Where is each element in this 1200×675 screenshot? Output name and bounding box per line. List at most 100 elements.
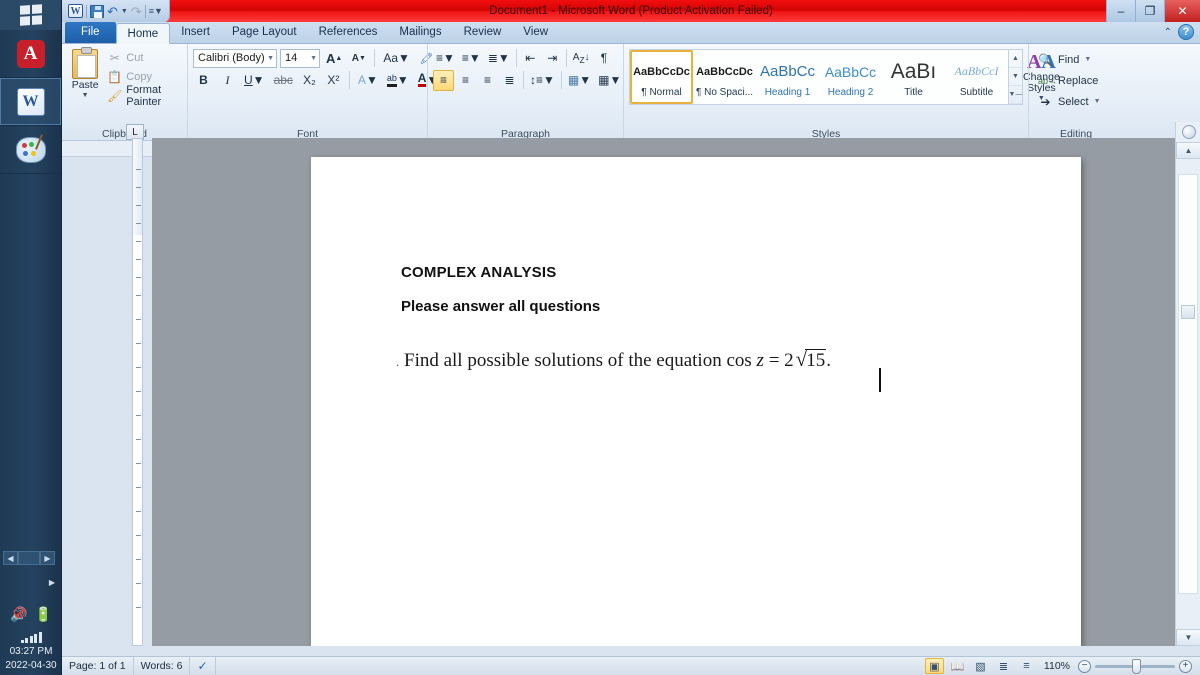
view-draft-button[interactable]: ≡: [1017, 658, 1036, 674]
view-print-layout-button[interactable]: ▣: [924, 658, 944, 674]
scroll-up-button[interactable]: ▲: [1176, 142, 1200, 159]
restore-button[interactable]: ❐: [1135, 0, 1164, 22]
decrease-indent-button[interactable]: ⇤: [520, 48, 541, 69]
tab-mailings[interactable]: Mailings: [388, 22, 452, 43]
taskbar-scroll-left[interactable]: ◀: [3, 551, 18, 565]
close-button[interactable]: ✕: [1164, 0, 1200, 22]
tab-insert[interactable]: Insert: [170, 22, 221, 43]
grow-font-button[interactable]: A ▲: [323, 48, 345, 69]
undo-dropdown-icon[interactable]: ▼: [121, 8, 128, 15]
taskbar-scroll-thumb[interactable]: [18, 551, 40, 565]
format-painter-button[interactable]: 🖌 Format Painter: [103, 84, 182, 108]
align-left-button[interactable]: ≡: [433, 69, 454, 91]
strikethrough-button[interactable]: abc: [271, 70, 296, 91]
zoom-level[interactable]: 110%: [1040, 660, 1074, 672]
scroll-thumb[interactable]: [1181, 305, 1195, 319]
shrink-font-button[interactable]: A ▼: [348, 48, 369, 69]
paste-button[interactable]: Paste ▼: [67, 47, 103, 99]
line-spacing-button[interactable]: ↕≡ ▼: [527, 70, 558, 91]
document-page[interactable]: COMPLEX ANALYSIS Please answer all quest…: [311, 157, 1081, 646]
increase-indent-button[interactable]: ⇥: [542, 48, 563, 69]
italic-button[interactable]: I: [217, 70, 238, 91]
bullets-button[interactable]: ≡ ▼: [433, 48, 458, 69]
font-family-combo[interactable]: Calibri (Body) ▼: [193, 48, 277, 68]
help-icon[interactable]: ?: [1178, 24, 1194, 40]
page-indicator[interactable]: Page: 1 of 1: [62, 656, 134, 675]
justify-button[interactable]: ≣: [499, 70, 520, 91]
tab-home[interactable]: Home: [115, 23, 171, 44]
collapse-ribbon-icon[interactable]: ⌃: [1164, 27, 1172, 38]
zoom-slider-handle[interactable]: [1132, 658, 1141, 674]
style-normal[interactable]: AaBbCcDc ¶ Normal: [630, 50, 693, 104]
multilevel-list-button[interactable]: ≣ ▼: [485, 48, 513, 69]
chevron-down-icon[interactable]: ▼: [82, 92, 89, 99]
select-button[interactable]: ➔ Select ▼: [1034, 92, 1105, 111]
style-heading-2[interactable]: AaBbCc Heading 2: [819, 50, 882, 104]
scroll-down-button[interactable]: ▼: [1176, 629, 1200, 646]
align-right-button[interactable]: ≡: [477, 70, 498, 91]
superscript-button[interactable]: X²: [323, 70, 344, 91]
style-subtitle[interactable]: AaBbCcI Subtitle: [945, 50, 1008, 104]
tab-page-layout[interactable]: Page Layout: [221, 22, 308, 43]
styles-more-button[interactable]: ▼―: [1009, 86, 1022, 104]
bold-button[interactable]: B: [193, 70, 214, 91]
vertical-scrollbar[interactable]: ▲ ▼: [1175, 122, 1200, 646]
undo-icon[interactable]: ↶: [107, 5, 118, 18]
tab-view[interactable]: View: [512, 22, 559, 43]
underline-button[interactable]: U ▼: [241, 70, 268, 91]
numbering-button[interactable]: ≡ ▼: [459, 48, 484, 69]
volume-muted-icon[interactable]: 🔊: [10, 606, 27, 623]
word-app-icon[interactable]: W: [68, 4, 83, 18]
battery-icon[interactable]: 🔋: [35, 606, 52, 623]
sort-button[interactable]: AZ↓: [570, 48, 593, 69]
scroll-track[interactable]: [1178, 174, 1198, 594]
borders-button[interactable]: ▦ ▼: [595, 70, 624, 91]
taskbar-item-paint[interactable]: [0, 126, 61, 174]
zoom-out-button[interactable]: −: [1078, 659, 1091, 673]
subscript-button[interactable]: X₂: [299, 70, 320, 91]
view-full-screen-reading-button[interactable]: 📖: [948, 658, 967, 674]
vertical-ruler[interactable]: [124, 138, 152, 646]
proofing-status-button[interactable]: ✓: [190, 656, 216, 675]
chevron-down-icon[interactable]: ▼: [307, 55, 317, 62]
redo-icon[interactable]: ↷: [131, 5, 142, 18]
chevron-down-icon[interactable]: ▼: [264, 55, 274, 62]
font-size-combo[interactable]: 14 ▼: [280, 48, 320, 68]
tab-references[interactable]: References: [308, 22, 389, 43]
clock-date[interactable]: 2022-04-30: [0, 660, 62, 671]
text-effects-button[interactable]: A ▼: [355, 70, 381, 91]
replace-button[interactable]: ab→ Replace: [1034, 71, 1105, 90]
clock-time[interactable]: 03:27 PM: [0, 646, 62, 657]
cut-button[interactable]: ✂ Cut: [103, 49, 182, 67]
shading-button[interactable]: ▦ ▼: [565, 70, 594, 91]
style-title[interactable]: AaBı Title: [882, 50, 945, 104]
select-browse-object-button[interactable]: [1176, 122, 1200, 142]
align-center-button[interactable]: ≡: [455, 70, 476, 91]
zoom-in-button[interactable]: +: [1179, 659, 1192, 673]
tab-review[interactable]: Review: [453, 22, 513, 43]
zoom-slider[interactable]: [1095, 658, 1175, 674]
network-signal-icon[interactable]: [0, 631, 62, 643]
view-outline-button[interactable]: ≣: [994, 658, 1013, 674]
show-hidden-icons-button[interactable]: ▶: [49, 578, 55, 587]
show-formatting-marks-button[interactable]: ¶: [594, 48, 615, 69]
taskbar-scrollbar[interactable]: ◀ ▶: [3, 551, 59, 565]
view-web-layout-button[interactable]: ▧: [971, 658, 990, 674]
taskbar-item-adobe-acrobat[interactable]: A: [0, 30, 61, 78]
styles-scroll-up[interactable]: ▲: [1009, 50, 1022, 68]
taskbar-item-microsoft-word[interactable]: W: [0, 78, 61, 126]
style-no-spacing[interactable]: AaBbCcDc ¶ No Spaci...: [693, 50, 756, 104]
style-heading-1[interactable]: AaBbCс Heading 1: [756, 50, 819, 104]
minimize-button[interactable]: –: [1106, 0, 1135, 22]
change-case-button[interactable]: Aa ▼: [380, 48, 413, 69]
start-button[interactable]: [0, 0, 61, 30]
word-count[interactable]: Words: 6: [134, 656, 191, 675]
document-canvas[interactable]: COMPLEX ANALYSIS Please answer all quest…: [152, 138, 1175, 646]
highlight-button[interactable]: ab ▼: [384, 70, 412, 91]
save-icon[interactable]: [90, 4, 104, 18]
find-button[interactable]: 🔍 Find ▼: [1034, 50, 1105, 69]
taskbar-scroll-right[interactable]: ▶: [40, 551, 55, 565]
tab-file[interactable]: File: [65, 22, 116, 43]
customize-quick-access-icon[interactable]: ≡▼: [149, 6, 163, 16]
styles-scroll-down[interactable]: ▼: [1009, 68, 1022, 86]
